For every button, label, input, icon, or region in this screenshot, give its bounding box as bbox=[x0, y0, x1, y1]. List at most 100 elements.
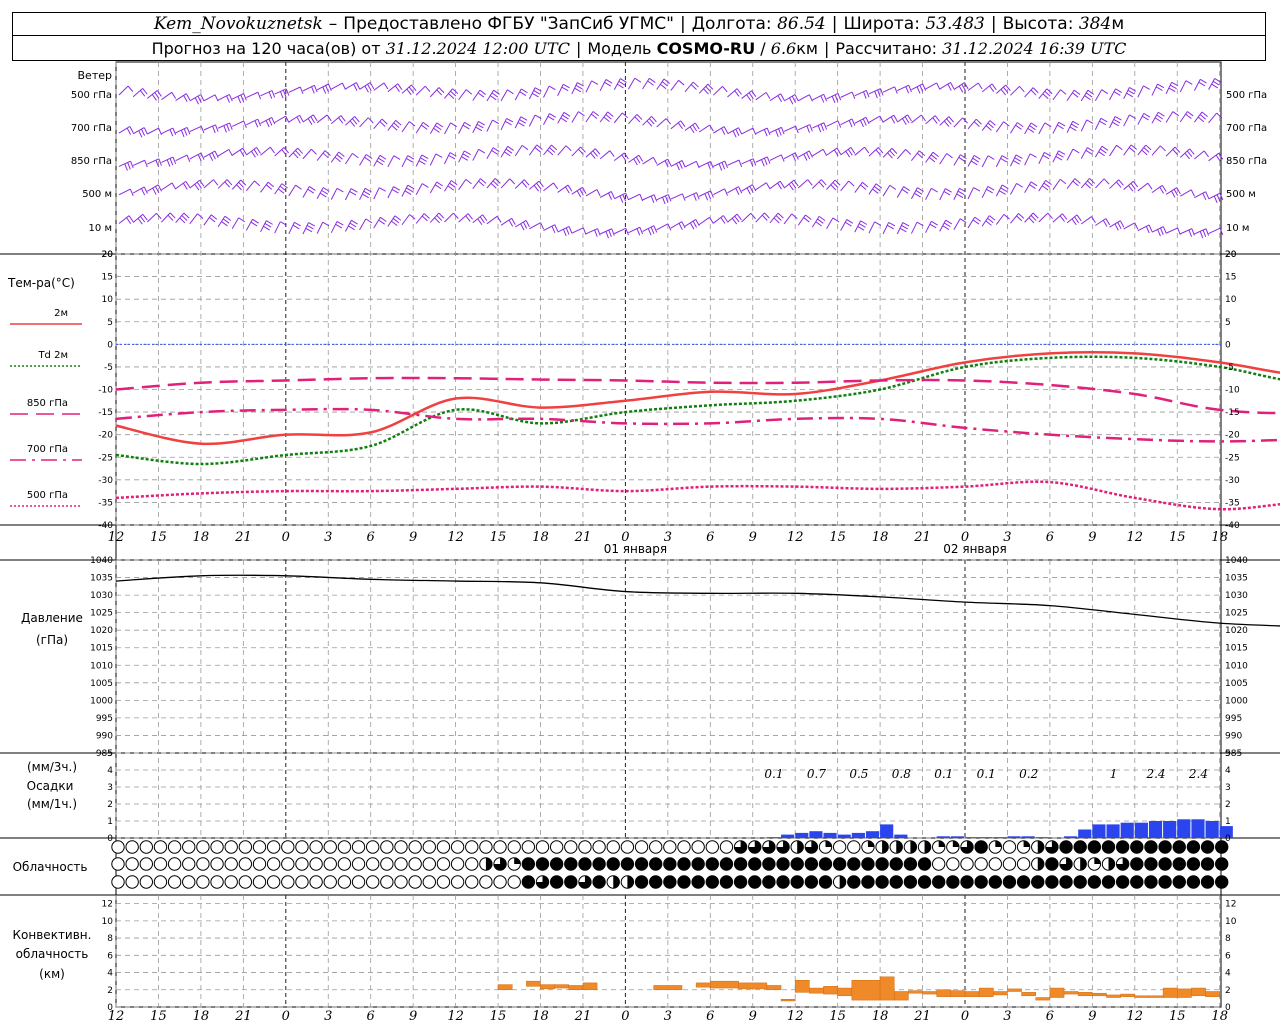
conv-ytick-right: 12 bbox=[1225, 900, 1236, 910]
convective-bar bbox=[978, 987, 994, 997]
cloud-symbol bbox=[1002, 857, 1017, 871]
x-tick-label: 12 bbox=[1127, 530, 1144, 545]
wind-barb bbox=[571, 146, 586, 157]
wind-barb bbox=[1080, 178, 1096, 189]
wind-barb bbox=[175, 127, 191, 138]
wind-barb bbox=[741, 90, 757, 101]
cloud-symbol bbox=[210, 857, 224, 871]
cloud-fill bbox=[1102, 875, 1115, 889]
wind-barb bbox=[1151, 83, 1165, 96]
wind-barb bbox=[840, 180, 855, 192]
convective-bar bbox=[1049, 987, 1065, 998]
cloud-fill bbox=[1045, 875, 1059, 889]
wind-barb bbox=[132, 213, 148, 225]
wind-barb bbox=[147, 184, 163, 195]
wind-barb bbox=[203, 179, 219, 189]
temp-ytick-left: -30 bbox=[98, 476, 113, 486]
convective-bar bbox=[936, 989, 952, 997]
wind-barb bbox=[1052, 213, 1068, 223]
wind-barb bbox=[203, 150, 219, 161]
wind-barb bbox=[444, 122, 458, 135]
x-tick-label: 9 bbox=[749, 530, 757, 545]
cloud-symbol bbox=[111, 840, 125, 854]
cloud-fill bbox=[522, 875, 535, 889]
wind-level-label-right: 500 м bbox=[1226, 189, 1256, 200]
precip-3h-sum: 0.8 bbox=[892, 767, 911, 781]
x-tick-label: 18 bbox=[872, 530, 889, 545]
wind-barb bbox=[1038, 122, 1052, 135]
legend-label: 2м bbox=[54, 308, 68, 319]
wind-barb bbox=[429, 212, 445, 224]
cloud-fill bbox=[918, 857, 931, 871]
precip-bar bbox=[1148, 821, 1163, 838]
cloud-fill bbox=[847, 857, 860, 871]
cloud-fill bbox=[663, 857, 677, 871]
temp-title: Тем-ра(°C) bbox=[7, 276, 75, 290]
wind-barb bbox=[1151, 145, 1166, 156]
cloud-symbol bbox=[252, 875, 267, 889]
wind-barb bbox=[500, 217, 516, 227]
wind-barb bbox=[684, 81, 699, 93]
wind-barb bbox=[316, 221, 330, 234]
wind-barb bbox=[132, 88, 148, 98]
wind-barb bbox=[472, 148, 486, 161]
wind-barb bbox=[231, 179, 247, 191]
press-ytick-right: 1005 bbox=[1225, 679, 1248, 689]
wind-barb bbox=[1052, 150, 1066, 163]
cloud-symbol bbox=[196, 857, 210, 871]
wind-barb bbox=[203, 214, 218, 226]
convective-bar bbox=[1177, 988, 1192, 998]
wind-barb bbox=[189, 152, 205, 162]
wind-barb bbox=[925, 187, 938, 200]
cloud-fill bbox=[904, 857, 917, 871]
wind-barb bbox=[1151, 184, 1167, 194]
cloud-symbol bbox=[252, 840, 267, 854]
wind-barb bbox=[557, 226, 573, 237]
cloud-fill bbox=[592, 875, 606, 889]
cloud-symbol bbox=[238, 857, 253, 871]
cloud-fill bbox=[825, 840, 832, 847]
wind-barb bbox=[727, 213, 742, 225]
cloud-fill bbox=[974, 840, 988, 854]
wind-barb bbox=[500, 118, 514, 131]
cloud-symbol bbox=[266, 840, 281, 854]
wind-barb bbox=[175, 154, 191, 162]
wind-barb bbox=[698, 190, 714, 201]
wind-barb bbox=[797, 150, 813, 161]
wind-barb bbox=[458, 178, 472, 191]
wind-barb bbox=[245, 180, 261, 192]
cloud-fill bbox=[1130, 857, 1144, 871]
wind-barb bbox=[1066, 89, 1081, 101]
precip-3h-sum: 1 bbox=[1110, 767, 1118, 781]
cloud-symbol bbox=[111, 857, 125, 871]
wind-barb bbox=[826, 92, 842, 104]
legend-label: 500 гПа bbox=[27, 490, 68, 501]
cloud-fill bbox=[564, 857, 577, 871]
cloud-symbol bbox=[380, 857, 394, 871]
wind-barb bbox=[599, 191, 615, 200]
wind-barb bbox=[925, 115, 940, 125]
convective-bar bbox=[894, 991, 909, 1001]
wind-barb bbox=[344, 219, 358, 232]
wind-barb bbox=[1010, 122, 1024, 134]
precip-ytick-right: 3 bbox=[1225, 783, 1231, 793]
temp-ytick-right: -25 bbox=[1225, 453, 1240, 463]
cloud-symbol bbox=[592, 840, 606, 854]
temp-ytick-right: -20 bbox=[1225, 431, 1240, 441]
wind-barb bbox=[741, 184, 757, 195]
cloud-symbol bbox=[266, 875, 281, 889]
wind-barb bbox=[925, 151, 939, 163]
wind-barb bbox=[147, 127, 163, 135]
x-tick-label: 6 bbox=[367, 530, 375, 545]
cloud-symbol bbox=[224, 857, 238, 871]
press-ytick-left: 995 bbox=[96, 714, 113, 724]
x-tick-label: 15 bbox=[829, 1009, 846, 1024]
wind-barb bbox=[967, 216, 981, 229]
wind-barb bbox=[118, 125, 134, 135]
press-ytick-right: 1040 bbox=[1225, 556, 1248, 566]
wind-barb bbox=[783, 94, 799, 105]
wind-barb bbox=[260, 181, 275, 193]
x-tick-label: 18 bbox=[532, 1009, 549, 1024]
wind-barb bbox=[585, 111, 600, 123]
precip-bar bbox=[965, 837, 979, 838]
